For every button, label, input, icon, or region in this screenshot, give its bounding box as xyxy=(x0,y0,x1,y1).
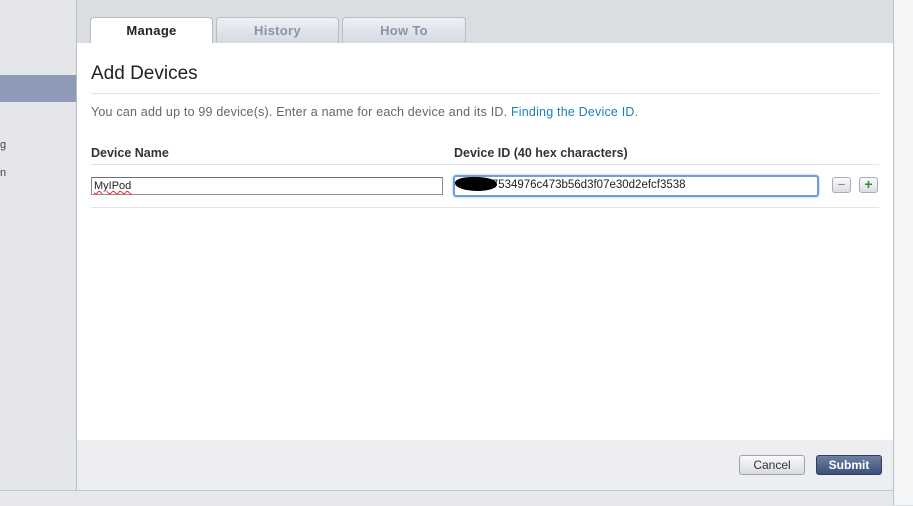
sidebar-selected-item[interactable] xyxy=(0,75,76,102)
sidebar: g n xyxy=(0,0,77,490)
submit-button[interactable]: Submit xyxy=(816,455,882,475)
tab-how-to[interactable]: How To xyxy=(342,17,466,43)
add-row-button[interactable]: + xyxy=(859,177,878,193)
finding-device-id-link[interactable]: Finding the Device ID xyxy=(511,105,635,119)
remove-row-button[interactable]: − xyxy=(832,177,851,193)
add-devices-panel: Add Devices You can add up to 99 device(… xyxy=(77,43,893,440)
redaction-mark xyxy=(455,177,497,191)
device-name-header: Device Name xyxy=(91,146,169,160)
divider xyxy=(91,164,879,165)
cancel-button[interactable]: Cancel xyxy=(739,455,805,475)
divider xyxy=(91,207,879,208)
intro-text: You can add up to 99 device(s). Enter a … xyxy=(91,105,638,119)
action-bar: Cancel Submit xyxy=(77,440,893,490)
divider xyxy=(91,93,879,94)
tab-history[interactable]: History xyxy=(216,17,339,43)
device-name-value: MyIPod xyxy=(94,180,132,192)
device-name-input[interactable]: MyIPod xyxy=(91,177,443,195)
device-id-header: Device ID (40 hex characters) xyxy=(454,146,628,160)
intro-sentence: You can add up to 99 device(s). Enter a … xyxy=(91,105,508,119)
window-edge xyxy=(893,0,913,505)
page-footer xyxy=(0,490,893,506)
device-id-value: 6b7534976c473b56d3f07e30d2efcf3538 xyxy=(479,179,686,191)
device-id-input[interactable]: 6b7534976c473b56d3f07e30d2efcf3538 xyxy=(453,175,819,197)
sidebar-item-fragment[interactable]: n xyxy=(0,167,6,179)
tab-manage[interactable]: Manage xyxy=(90,17,213,44)
intro-period: . xyxy=(634,105,639,119)
page-title: Add Devices xyxy=(91,63,198,84)
sidebar-item-fragment[interactable]: g xyxy=(0,139,6,151)
